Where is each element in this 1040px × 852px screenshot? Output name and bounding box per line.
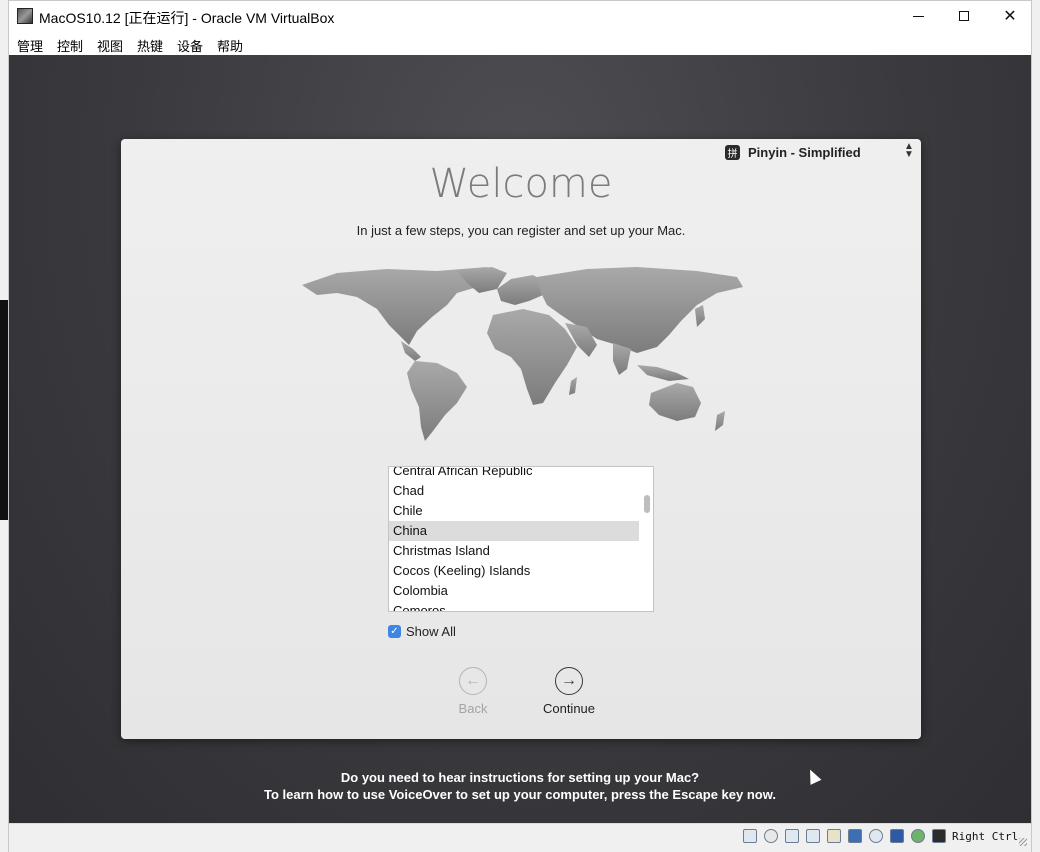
checkmark-icon: ✓: [388, 624, 401, 638]
list-item[interactable]: Christmas Island: [389, 541, 639, 561]
list-item[interactable]: Cocos (Keeling) Islands: [389, 561, 639, 581]
desktop-edge-left: [0, 0, 8, 852]
menu-devices[interactable]: 设备: [177, 36, 203, 55]
show-all-label: Show All: [406, 623, 456, 639]
close-button[interactable]: ✕: [987, 1, 1033, 31]
input-method-label: Pinyin - Simplified: [748, 144, 861, 160]
list-item[interactable]: Central African Republic: [389, 467, 639, 481]
continue-label: Continue: [542, 701, 596, 716]
setup-assistant-panel: 拼 Pinyin - Simplified ▲ ▼ Welcome In just…: [121, 139, 921, 739]
welcome-subtitle: In just a few steps, you can register an…: [356, 223, 686, 238]
back-label: Back: [458, 701, 488, 716]
pinyin-icon: 拼: [725, 144, 740, 160]
world-map-icon: [302, 267, 743, 441]
menu-bar: 管理 控制 视图 热键 设备 帮助: [9, 31, 1031, 56]
background-window-fragment: [0, 300, 8, 520]
usb-icon[interactable]: [806, 829, 820, 843]
menu-view[interactable]: 视图: [97, 36, 123, 55]
voiceover-line-1: Do you need to hear instructions for set…: [340, 770, 700, 785]
welcome-title: Welcome: [429, 161, 613, 207]
virtualbox-window: MacOS10.12 [正在运行] - Oracle VM VirtualBox…: [8, 0, 1032, 852]
hard-disk-icon[interactable]: [743, 829, 757, 843]
shared-folder-icon[interactable]: [827, 829, 841, 843]
menu-help[interactable]: 帮助: [217, 36, 243, 55]
resize-grip-icon[interactable]: [1019, 838, 1027, 846]
maximize-button[interactable]: [941, 1, 987, 31]
video-capture-icon[interactable]: [869, 829, 883, 843]
country-list[interactable]: Central African Republic Chad Chile Chin…: [388, 466, 654, 612]
cpu-icon[interactable]: [890, 829, 904, 843]
minimize-icon: [912, 15, 924, 17]
desktop-edge-right: [1032, 0, 1040, 852]
menu-manage[interactable]: 管理: [17, 36, 43, 55]
network-icon[interactable]: [785, 829, 799, 843]
list-item[interactable]: Chad: [389, 481, 639, 501]
back-button[interactable]: ← Back: [433, 667, 513, 716]
continue-button[interactable]: → Continue: [529, 667, 609, 716]
download-icon[interactable]: [932, 829, 946, 843]
show-all-checkbox[interactable]: ✓ Show All: [388, 623, 456, 639]
window-title: MacOS10.12 [正在运行] - Oracle VM VirtualBox: [39, 10, 335, 26]
vm-display[interactable]: 拼 Pinyin - Simplified ▲ ▼ Welcome In just…: [9, 55, 1031, 823]
menu-hotkeys[interactable]: 热键: [137, 36, 163, 55]
list-scrollbar[interactable]: [644, 495, 650, 513]
status-bar: Right Ctrl: [9, 823, 1031, 852]
arrow-left-icon: ←: [459, 667, 487, 695]
maximize-icon: [959, 11, 969, 21]
title-bar[interactable]: MacOS10.12 [正在运行] - Oracle VM VirtualBox…: [9, 1, 1031, 31]
updown-chevron-icon: ▲ ▼: [904, 141, 914, 160]
list-item[interactable]: Chile: [389, 501, 639, 521]
host-key-label: Right Ctrl: [952, 830, 1019, 843]
voiceover-line-2: To learn how to use VoiceOver to set up …: [264, 787, 776, 802]
list-item[interactable]: Colombia: [389, 581, 639, 601]
mouse-integration-icon[interactable]: [911, 829, 925, 843]
minimize-button[interactable]: [895, 1, 941, 31]
arrow-right-icon: →: [555, 667, 583, 695]
menu-control[interactable]: 控制: [57, 36, 83, 55]
close-icon: ✕: [1003, 8, 1017, 25]
virtualbox-app-icon: [17, 8, 33, 24]
optical-drive-icon[interactable]: [764, 829, 778, 843]
list-item-selected[interactable]: China: [389, 521, 639, 541]
input-method-selector[interactable]: 拼 Pinyin - Simplified ▲ ▼: [725, 142, 914, 161]
voiceover-hint: Do you need to hear instructions for set…: [9, 769, 1031, 803]
list-item[interactable]: Comoros: [389, 601, 639, 611]
display-icon[interactable]: [848, 829, 862, 843]
